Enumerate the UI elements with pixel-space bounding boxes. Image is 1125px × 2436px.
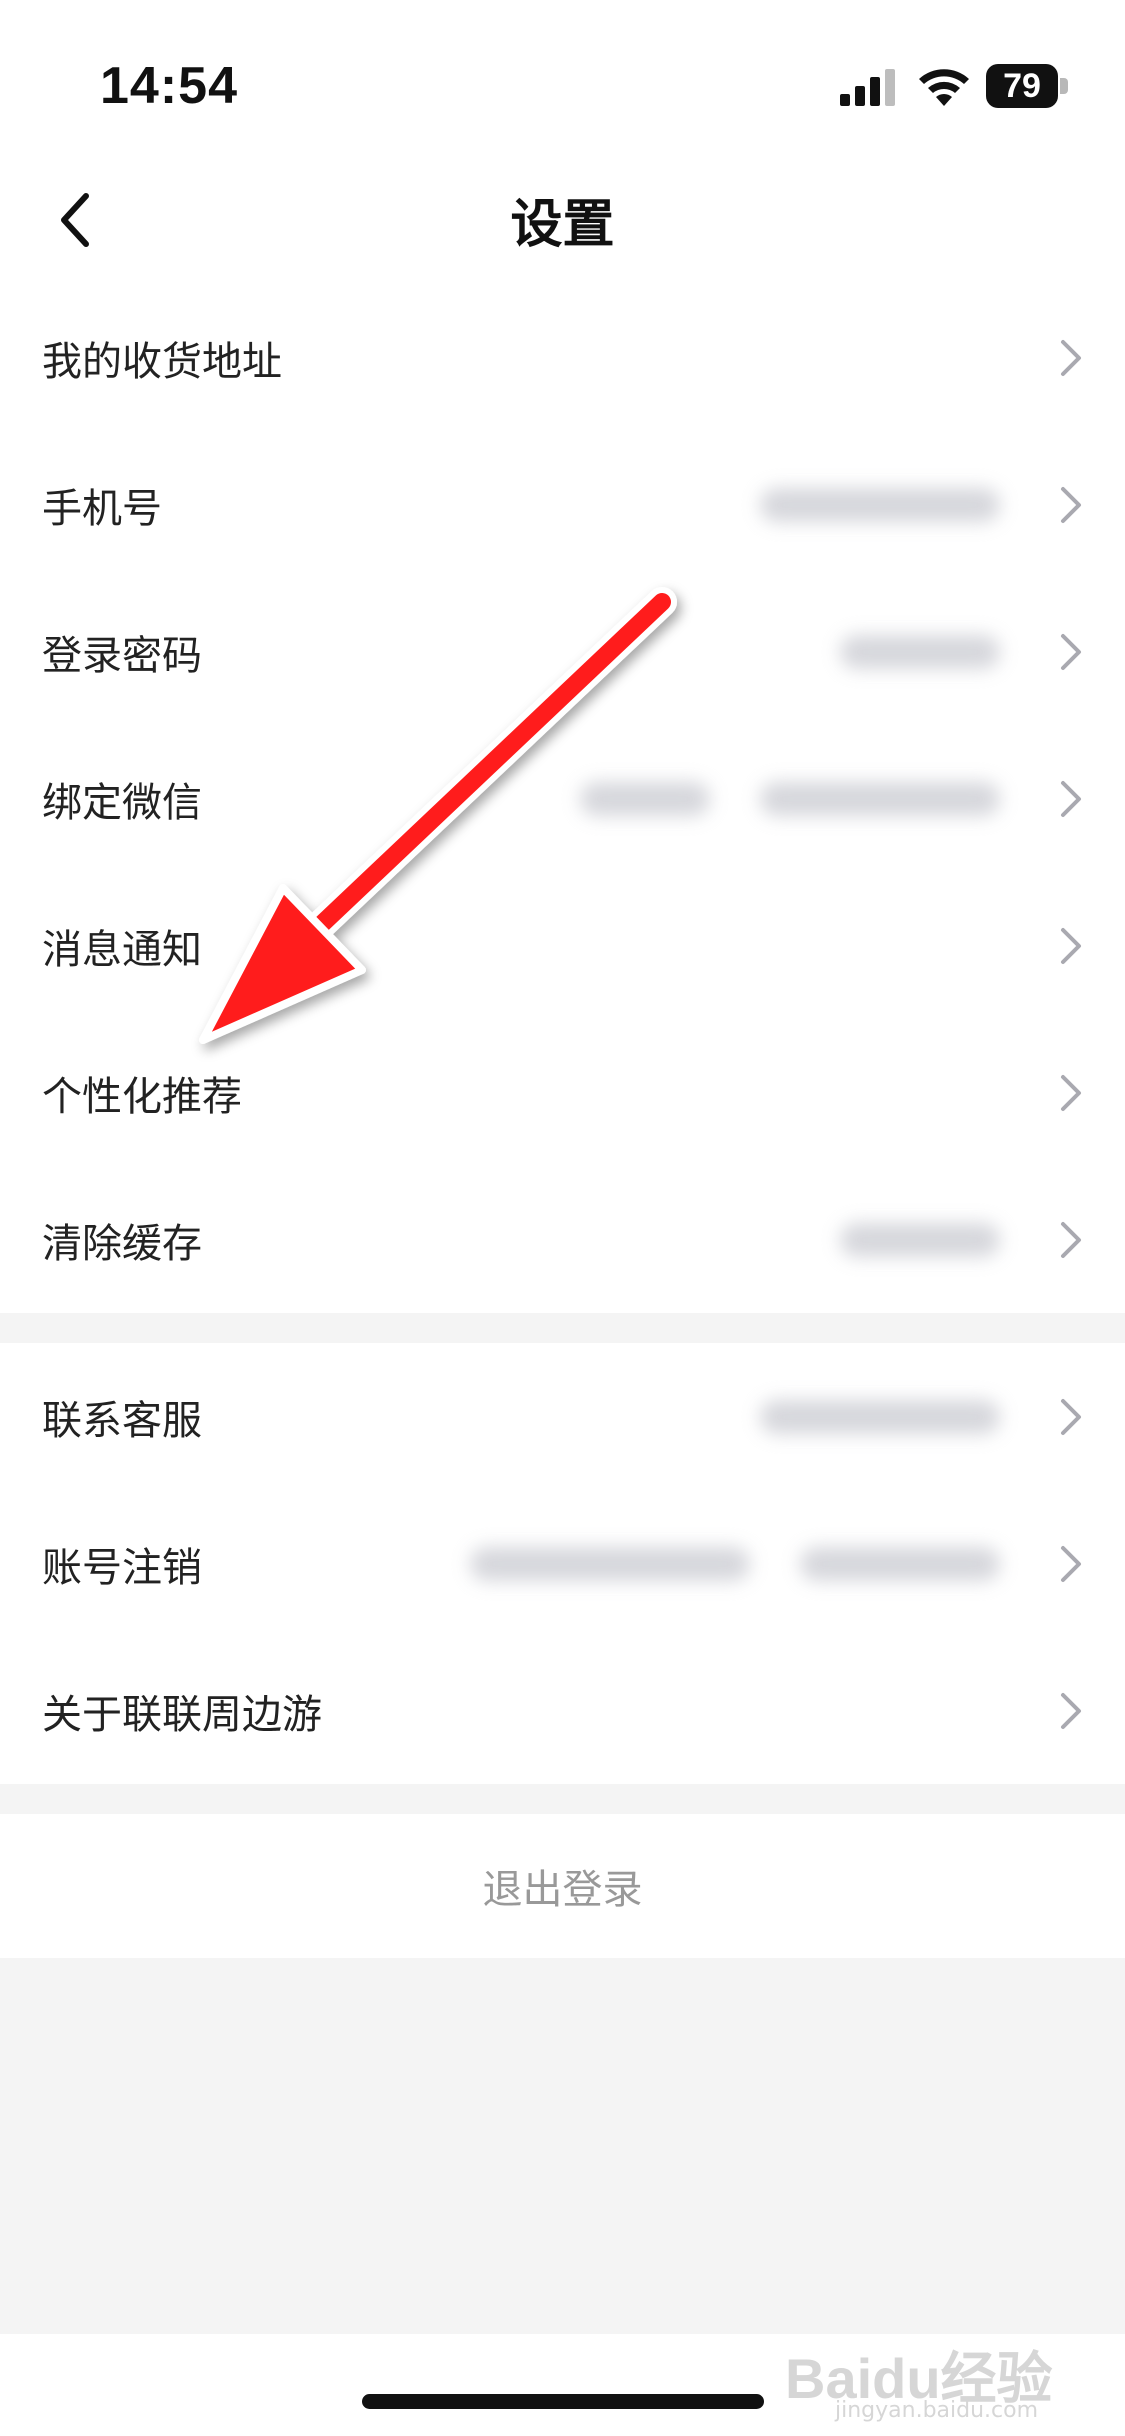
chevron-right-icon — [1061, 1692, 1081, 1729]
settings-item-customer-service[interactable]: 联系客服 — [0, 1343, 1125, 1490]
wifi-icon — [919, 69, 969, 106]
battery-level: 79 — [1003, 67, 1041, 105]
bottom-empty-area — [0, 1958, 1125, 2334]
settings-item-label: 清除缓存 — [42, 1220, 202, 1267]
status-bar: 14:54 79 — [0, 0, 1125, 150]
settings-item-delete-account[interactable]: 账号注销 — [0, 1490, 1125, 1637]
logout-button[interactable]: 退出登录 — [0, 1814, 1125, 1958]
blurred-value — [760, 781, 1000, 816]
chevron-right-icon — [1061, 339, 1081, 376]
settings-item-label: 登录密码 — [42, 632, 202, 679]
settings-item-label: 关于联联周边游 — [42, 1691, 322, 1738]
battery-icon: 79 — [986, 64, 1070, 110]
status-time: 14:54 — [100, 57, 238, 115]
chevron-right-icon — [1061, 1074, 1081, 1111]
settings-item-label: 联系客服 — [42, 1397, 202, 1444]
chevron-right-icon — [1061, 486, 1081, 523]
baidu-jingyan-watermark: Baidu经验 jingyan.baidu.com — [785, 2300, 1065, 2423]
chevron-right-icon — [1061, 1221, 1081, 1258]
blurred-value — [580, 781, 710, 816]
navigation-bar: 设置 — [0, 160, 1125, 280]
settings-item-label: 账号注销 — [42, 1544, 202, 1591]
blurred-value — [470, 1546, 750, 1581]
blurred-value — [840, 1222, 1000, 1257]
settings-group-account: 我的收货地址 手机号 登录密码 绑定微信 消息通知 个性化推荐 清除缓存 — [0, 284, 1125, 1313]
blurred-value — [800, 1546, 1000, 1581]
settings-item-clear-cache[interactable]: 清除缓存 — [0, 1166, 1125, 1313]
settings-item-bind-wechat[interactable]: 绑定微信 — [0, 725, 1125, 872]
section-divider — [0, 1784, 1125, 1814]
settings-item-login-password[interactable]: 登录密码 — [0, 578, 1125, 725]
section-divider — [0, 1313, 1125, 1343]
settings-item-phone[interactable]: 手机号 — [0, 431, 1125, 578]
settings-item-label: 绑定微信 — [42, 779, 202, 826]
settings-item-personalized-recommendation[interactable]: 个性化推荐 — [0, 1019, 1125, 1166]
page-title: 设置 — [510, 195, 615, 255]
settings-item-about[interactable]: 关于联联周边游 — [0, 1637, 1125, 1784]
blurred-value — [760, 1399, 1000, 1434]
blurred-value — [840, 634, 1000, 669]
chevron-right-icon — [1061, 1545, 1081, 1582]
settings-item-notifications[interactable]: 消息通知 — [0, 872, 1125, 1019]
settings-group-support: 联系客服 账号注销 关于联联周边游 — [0, 1343, 1125, 1784]
blurred-value — [760, 487, 1000, 522]
settings-item-label: 消息通知 — [42, 926, 202, 973]
settings-item-label: 个性化推荐 — [42, 1073, 242, 1120]
settings-item-label: 我的收货地址 — [42, 338, 282, 385]
logout-label: 退出登录 — [482, 1867, 643, 1913]
settings-item-shipping-address[interactable]: 我的收货地址 — [0, 284, 1125, 431]
chevron-right-icon — [1061, 927, 1081, 964]
home-indicator[interactable] — [362, 2394, 764, 2409]
settings-item-label: 手机号 — [42, 485, 162, 532]
chevron-right-icon — [1061, 1398, 1081, 1435]
cellular-signal-icon — [840, 69, 895, 106]
watermark-url: jingyan.baidu.com — [835, 2398, 1039, 2423]
chevron-right-icon — [1061, 633, 1081, 670]
chevron-right-icon — [1061, 780, 1081, 817]
